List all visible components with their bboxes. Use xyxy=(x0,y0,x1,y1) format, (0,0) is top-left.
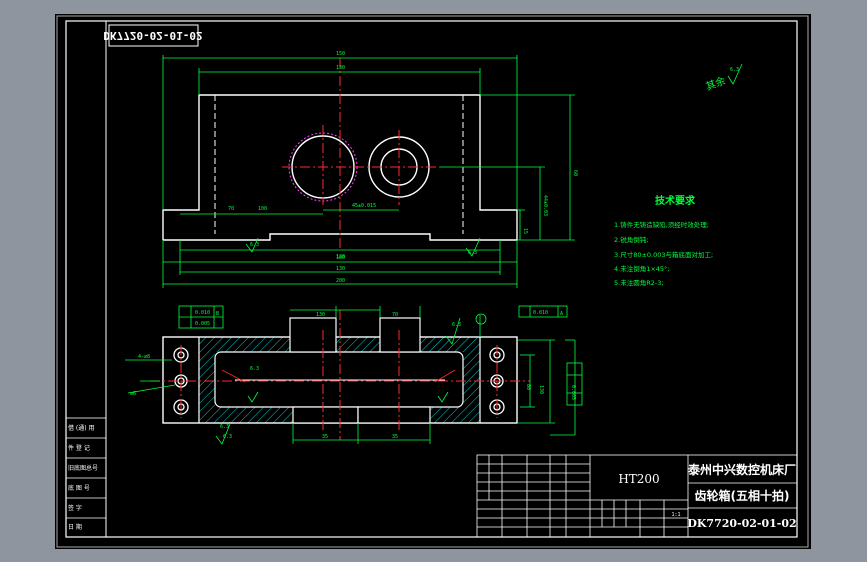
tech-title: 技术要求 xyxy=(655,194,696,207)
tech-item: 3.尺寸80±0.003与箱底面对加工; xyxy=(614,250,713,259)
scale-value: 1:1 xyxy=(671,512,680,518)
side-row-label: 底 图 号 xyxy=(68,484,90,492)
dim-label: ∅6 xyxy=(130,391,136,397)
side-row-label: 件 登 记 xyxy=(68,444,90,452)
cad-viewport[interactable]: DK7720-02-01-02 借 (通) 用 件 登 记 旧底图总号 底 图 … xyxy=(0,0,867,562)
dim-label: 130 xyxy=(336,65,345,71)
datum-label: A xyxy=(560,311,563,317)
stamp-code: DK7720-02-01-02 xyxy=(103,29,202,42)
dim-label: 200 xyxy=(336,278,345,284)
dim-label: 130 xyxy=(336,266,345,272)
dim-label: 44±0.03 xyxy=(542,195,548,216)
tech-item: 5.未注圆角R2-3; xyxy=(614,278,664,287)
dim-label: 60 xyxy=(572,170,578,176)
dim-label: 130 xyxy=(316,312,325,318)
material-label: HT200 xyxy=(618,472,659,486)
dim-label: 6.3 xyxy=(452,322,461,328)
dim-label: 70 xyxy=(392,312,398,318)
roughness-note-value: 6.3 xyxy=(730,67,739,73)
dim-label: 15 xyxy=(522,228,528,234)
dim-label: 6.3 xyxy=(250,366,259,372)
side-row-label: 签 字 xyxy=(68,504,82,512)
tech-item: 4.未注倒角1×45°; xyxy=(614,264,670,273)
dim-label: 0.010 xyxy=(533,310,548,316)
tech-item: 2.锐角倒钝; xyxy=(614,235,648,244)
dim-label: 0.010 xyxy=(195,310,210,316)
dim-label: 0.005 xyxy=(570,385,576,400)
dim-label: 4-∅8 xyxy=(138,354,150,360)
tech-item: 1.铸件无铸造缺陷,须经时效处理; xyxy=(614,220,709,229)
part-name: 齿轮箱(五相十拍) xyxy=(695,488,790,503)
company-name: 泰州中兴数控机床厂 xyxy=(687,462,796,477)
dim-label: 0.005 xyxy=(195,321,210,327)
dim-label: 35 xyxy=(392,434,398,440)
dim-label: 100 xyxy=(258,206,267,212)
dim-label: 45±0.015 xyxy=(352,203,376,209)
side-row-label: 日 期 xyxy=(68,523,82,531)
dim-label: 80 xyxy=(525,384,531,390)
dim-label: 150 xyxy=(336,51,345,57)
dim-label: 70 xyxy=(228,206,234,212)
dim-label: 130 xyxy=(538,385,544,394)
drawing-number: DK7720-02-01-02 xyxy=(687,517,796,530)
datum-label: B xyxy=(216,311,219,317)
side-row-label: 借 (通) 用 xyxy=(68,424,95,432)
side-row-label: 旧底图总号 xyxy=(68,464,98,472)
dim-label: 35 xyxy=(322,434,328,440)
dim-label: 100 xyxy=(336,255,345,261)
